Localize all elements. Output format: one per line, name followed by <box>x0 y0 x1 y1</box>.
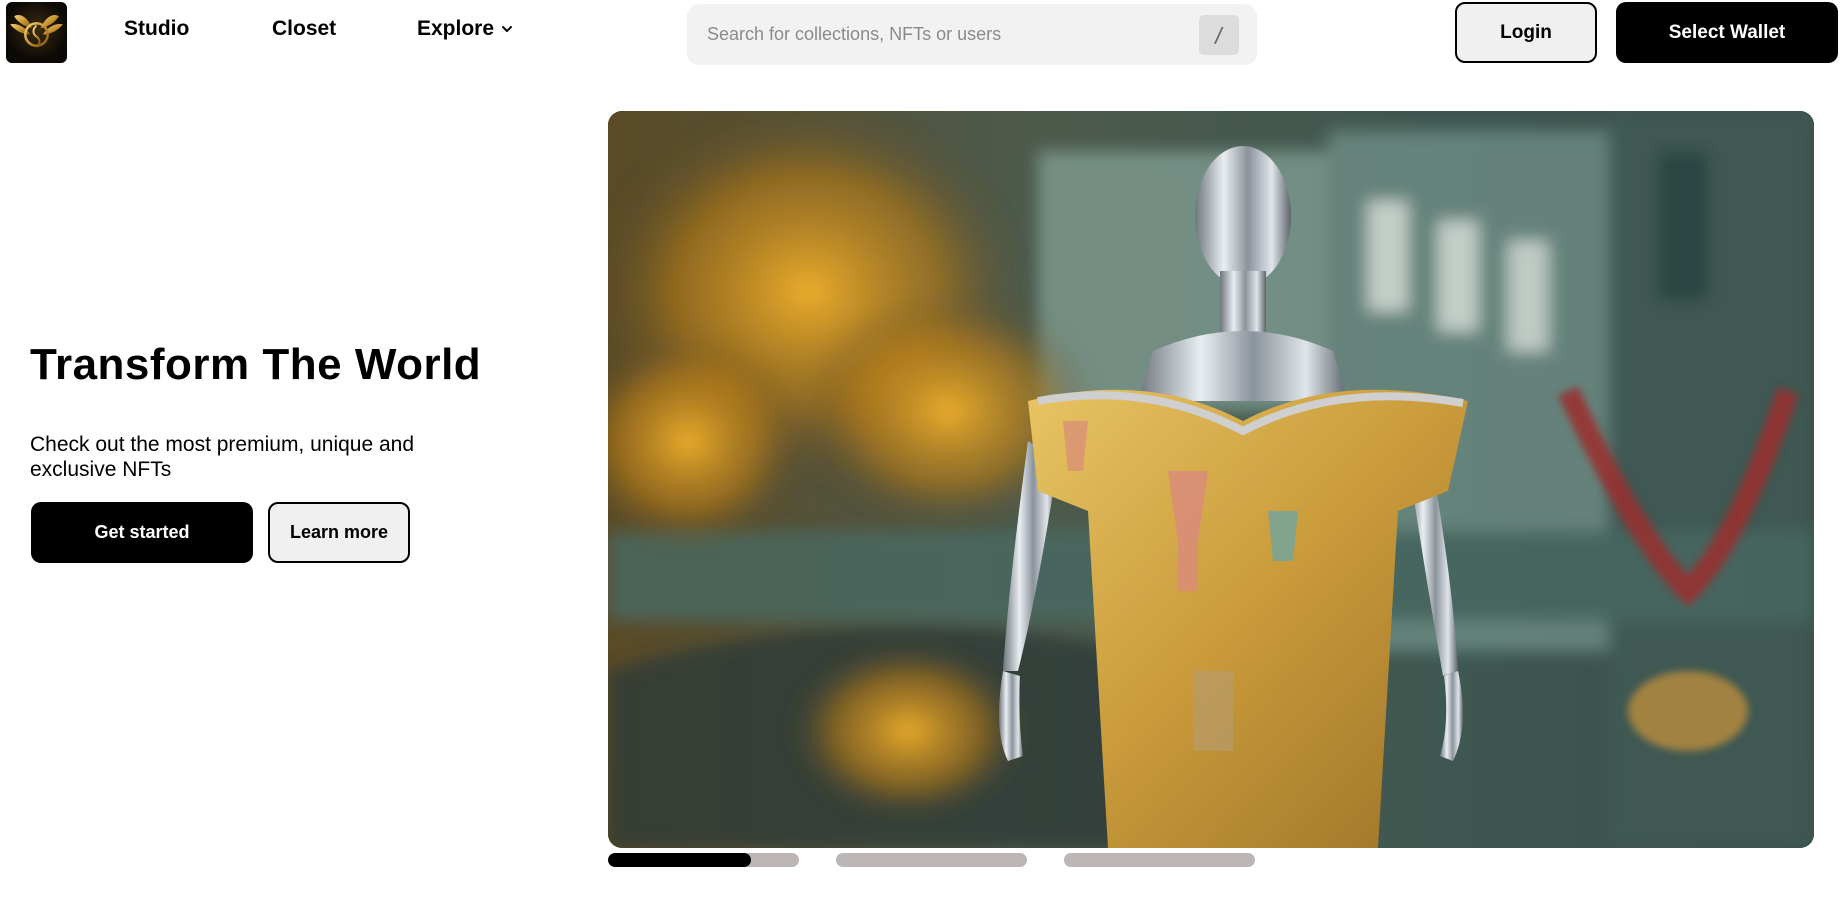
hero-title: Transform The World <box>30 340 482 389</box>
carousel-indicator-1[interactable] <box>608 853 799 867</box>
carousel-indicator-3[interactable] <box>1064 853 1255 867</box>
nav-explore-label: Explore <box>417 17 495 40</box>
nav-explore[interactable]: Explore <box>417 17 514 41</box>
search-input[interactable] <box>705 4 1199 65</box>
top-navbar: Studio Closet Explore / Login Select Wal… <box>0 0 1840 66</box>
get-started-button[interactable]: Get started <box>31 502 253 563</box>
carousel-indicators <box>608 853 1258 867</box>
hero-image-illustration <box>608 111 1814 848</box>
search-shortcut-key: / <box>1199 14 1239 55</box>
carousel-indicator-2[interactable] <box>836 853 1027 867</box>
select-wallet-button[interactable]: Select Wallet <box>1616 2 1838 63</box>
hero-subtitle: Check out the most premium, unique and e… <box>30 433 415 481</box>
chevron-down-icon <box>502 26 513 32</box>
learn-more-button[interactable]: Learn more <box>268 502 410 563</box>
search-bar: / <box>687 4 1257 65</box>
nav-closet[interactable]: Closet <box>272 17 336 41</box>
nav-studio[interactable]: Studio <box>124 17 189 41</box>
login-button[interactable]: Login <box>1455 2 1597 63</box>
logo[interactable] <box>6 2 67 63</box>
hero-image <box>608 111 1814 848</box>
winged-coin-logo-icon <box>10 14 63 54</box>
carousel-progress-fill <box>608 853 752 867</box>
